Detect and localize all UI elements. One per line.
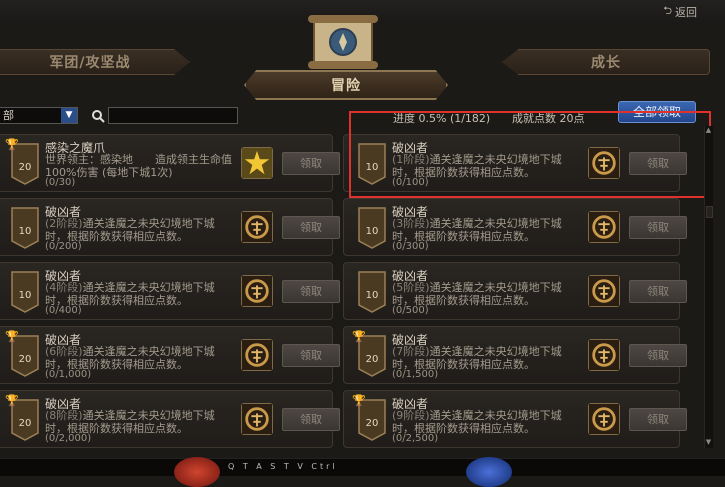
back-arrow-icon: ⮌ (663, 4, 672, 17)
tab-label: 冒险 (331, 78, 361, 94)
emblem-icon[interactable] (588, 339, 620, 371)
back-label: 返回 (675, 5, 697, 19)
achievement-desc: (2阶段)通关逢魔之未央幻境地下城时，根据阶数获得相应点数。 (45, 217, 233, 243)
achievement-progress: (0/2,000) (45, 433, 92, 444)
achievement-stage: (3阶段) (392, 217, 430, 230)
claim-button[interactable]: 领取 (282, 408, 340, 431)
category-select[interactable]: 部 ▼ (0, 107, 78, 124)
achievement-progress: (0/30) (45, 177, 76, 188)
trophy-icon: 🏆 (5, 330, 19, 343)
hp-orb (174, 457, 220, 487)
claim-button[interactable]: 领取 (282, 152, 340, 175)
claim-button[interactable]: 领取 (282, 344, 340, 367)
achievement-progress: (0/300) (392, 241, 429, 252)
achievement-card: 🏆 20 破凶者 (8阶段)通关逢魔之未央幻境地下城时，根据阶数获得相应点数。 … (0, 390, 340, 448)
achievement-desc-text: 世界领主：感染地 造成领主生命值100%伤害 (每地下城1次) (45, 153, 232, 179)
claim-button[interactable]: 领取 (629, 280, 687, 303)
points-badge (358, 207, 386, 249)
achievement-card: 10 破凶者 (2阶段)通关逢魔之未央幻境地下城时，根据阶数获得相应点数。 (0… (0, 198, 340, 256)
taskbar (0, 458, 725, 476)
trophy-icon: 🏆 (5, 394, 19, 407)
trophy-icon: 🏆 (5, 138, 19, 151)
achievement-card: 🏆 20 感染之魔爪 世界领主：感染地 造成领主生命值100%伤害 (每地下城1… (0, 134, 340, 192)
trophy-icon: 🏆 (352, 330, 366, 343)
points-badge (11, 271, 39, 313)
highlight-box (349, 111, 711, 198)
points-badge (358, 271, 386, 313)
emblem-icon[interactable] (588, 211, 620, 243)
achievement-progress: (0/400) (45, 305, 82, 316)
emblem-icon[interactable] (241, 403, 273, 435)
points-badge (11, 207, 39, 249)
scrollbar[interactable] (704, 126, 713, 448)
category-select-value: 部 (3, 109, 14, 122)
emblem-icon[interactable] (588, 403, 620, 435)
gold-burst-icon[interactable] (241, 147, 273, 179)
achievement-progress: (0/1,500) (392, 369, 439, 380)
claim-button[interactable]: 领取 (629, 344, 687, 367)
claim-button[interactable]: 领取 (629, 216, 687, 239)
achievement-desc: 世界领主：感染地 造成领主生命值100%伤害 (每地下城1次) (45, 153, 233, 179)
achievement-stage: (8阶段) (45, 409, 83, 422)
tab-legion-siege[interactable]: 军团/攻坚战 (0, 49, 190, 75)
emblem-icon[interactable] (241, 275, 273, 307)
achievement-card: 10 破凶者 (4阶段)通关逢魔之未央幻境地下城时，根据阶数获得相应点数。 (0… (0, 262, 340, 320)
scrollbar-thumb[interactable] (706, 206, 713, 218)
achievement-card: 10 破凶者 (5阶段)通关逢魔之未央幻境地下城时，根据阶数获得相应点数。 (0… (343, 262, 687, 320)
achievement-card: 🏆 20 破凶者 (6阶段)通关逢魔之未央幻境地下城时，根据阶数获得相应点数。 … (0, 326, 340, 384)
achievement-progress: (0/500) (392, 305, 429, 316)
achievement-stage: (7阶段) (392, 345, 430, 358)
achievement-progress: (0/200) (45, 241, 82, 252)
chevron-down-icon: ▼ (61, 108, 77, 123)
claim-button[interactable]: 领取 (282, 216, 340, 239)
achievement-card: 10 破凶者 (3阶段)通关逢魔之未央幻境地下城时，根据阶数获得相应点数。 (0… (343, 198, 687, 256)
emblem-icon[interactable] (241, 339, 273, 371)
mp-orb (466, 457, 512, 487)
emblem-icon[interactable] (588, 275, 620, 307)
achievement-stage: (5阶段) (392, 281, 430, 294)
achievement-stage: (2阶段) (45, 217, 83, 230)
achievement-desc: (3阶段)通关逢魔之未央幻境地下城时，根据阶数获得相应点数。 (392, 217, 580, 243)
tab-label: 成长 (591, 55, 621, 71)
tab-adventure[interactable]: 冒险 (244, 70, 448, 100)
scroll-up-icon[interactable]: ▲ (704, 126, 713, 135)
hotkey-bar: Q T A S T V Ctrl (228, 462, 338, 471)
achievement-desc: (4阶段)通关逢魔之未央幻境地下城时，根据阶数获得相应点数。 (45, 281, 233, 307)
scroll-emblem-icon (308, 15, 378, 69)
search-icon[interactable] (91, 109, 105, 123)
tab-growth[interactable]: 成长 (502, 49, 710, 75)
achievement-card: 🏆 20 破凶者 (7阶段)通关逢魔之未央幻境地下城时，根据阶数获得相应点数。 … (343, 326, 687, 384)
achievement-desc: (6阶段)通关逢魔之未央幻境地下城时，根据阶数获得相应点数。 (45, 345, 233, 371)
search-input[interactable] (108, 107, 238, 124)
achievement-progress: (0/2,500) (392, 433, 439, 444)
trophy-icon: 🏆 (352, 394, 366, 407)
achievement-stage: (9阶段) (392, 409, 430, 422)
achievement-card: 🏆 20 破凶者 (9阶段)通关逢魔之未央幻境地下城时，根据阶数获得相应点数。 … (343, 390, 687, 448)
claim-button[interactable]: 领取 (629, 408, 687, 431)
achievement-stage: (6阶段) (45, 345, 83, 358)
tab-label: 军团/攻坚战 (49, 55, 131, 71)
achievement-stage: (4阶段) (45, 281, 83, 294)
achievement-desc: (9阶段)通关逢魔之未央幻境地下城时，根据阶数获得相应点数。 (392, 409, 580, 435)
achievement-desc: (5阶段)通关逢魔之未央幻境地下城时，根据阶数获得相应点数。 (392, 281, 580, 307)
achievement-desc: (7阶段)通关逢魔之未央幻境地下城时，根据阶数获得相应点数。 (392, 345, 580, 371)
achievement-progress: (0/1,000) (45, 369, 92, 380)
scroll-down-icon[interactable]: ▼ (704, 438, 713, 447)
back-button[interactable]: ⮌ 返回 (663, 2, 697, 21)
emblem-icon[interactable] (241, 211, 273, 243)
claim-button[interactable]: 领取 (282, 280, 340, 303)
achievement-desc: (8阶段)通关逢魔之未央幻境地下城时，根据阶数获得相应点数。 (45, 409, 233, 435)
